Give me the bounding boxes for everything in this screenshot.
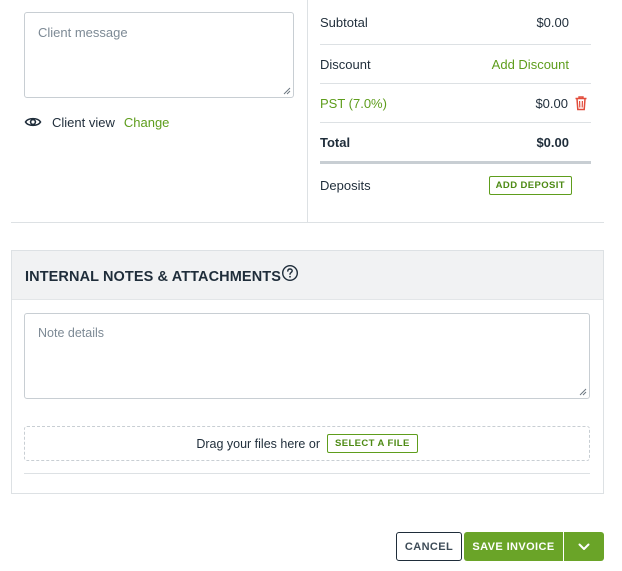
internal-notes-title: INTERNAL NOTES & ATTACHMENTS	[25, 269, 282, 285]
deposits-row: Deposits ADD DEPOSIT	[320, 164, 591, 206]
total-row: Total $0.00	[320, 123, 591, 164]
deposits-label: Deposits	[320, 177, 371, 193]
add-deposit-button[interactable]: ADD DEPOSIT	[488, 175, 572, 195]
totals-panel: Subtotal $0.00 Discount Add Discount PST…	[320, 0, 591, 206]
total-label: Total	[320, 134, 351, 150]
dropzone-text: Drag your files here or	[196, 436, 320, 451]
client-message-placeholder: Client message	[38, 25, 128, 40]
internal-notes-header: INTERNAL NOTES & ATTACHMENTS	[12, 251, 603, 300]
resize-grip-icon[interactable]	[283, 87, 291, 95]
column-divider	[307, 0, 308, 223]
add-discount-link[interactable]: Add Discount	[492, 57, 591, 72]
tax-label-link[interactable]: PST (7.0%)	[320, 96, 387, 111]
total-value: $0.00	[536, 134, 569, 150]
section-divider	[11, 222, 604, 223]
trash-icon[interactable]	[574, 95, 588, 111]
file-dropzone[interactable]: Drag your files here or SELECT A FILE	[24, 426, 590, 461]
help-circle-icon[interactable]	[281, 264, 299, 282]
cancel-button[interactable]: CANCEL	[396, 532, 462, 561]
eye-icon	[24, 113, 42, 131]
discount-row: Discount Add Discount	[320, 45, 591, 84]
tax-value: $0.00	[535, 95, 568, 111]
tax-value-wrap: $0.00	[535, 95, 591, 111]
select-file-button[interactable]: SELECT A FILE	[326, 434, 418, 453]
internal-notes-section: INTERNAL NOTES & ATTACHMENTS Note detail…	[11, 250, 604, 494]
client-message-field[interactable]: Client message	[24, 12, 294, 98]
save-options-button[interactable]	[564, 532, 604, 561]
note-details-placeholder: Note details	[38, 326, 105, 340]
client-view-row: Client view Change	[24, 111, 169, 133]
tax-row: PST (7.0%) $0.00	[320, 84, 591, 123]
notes-divider	[24, 473, 590, 474]
resize-grip-icon[interactable]	[579, 388, 587, 396]
save-invoice-button[interactable]: SAVE INVOICE	[464, 532, 563, 561]
chevron-down-icon	[578, 543, 590, 550]
client-view-label: Client view	[52, 114, 115, 130]
note-details-field[interactable]: Note details	[24, 313, 590, 399]
subtotal-value: $0.00	[536, 14, 569, 30]
discount-label: Discount	[320, 56, 371, 72]
change-client-view-link[interactable]: Change	[124, 115, 170, 130]
subtotal-label: Subtotal	[320, 14, 368, 30]
subtotal-row: Subtotal $0.00	[320, 0, 591, 45]
